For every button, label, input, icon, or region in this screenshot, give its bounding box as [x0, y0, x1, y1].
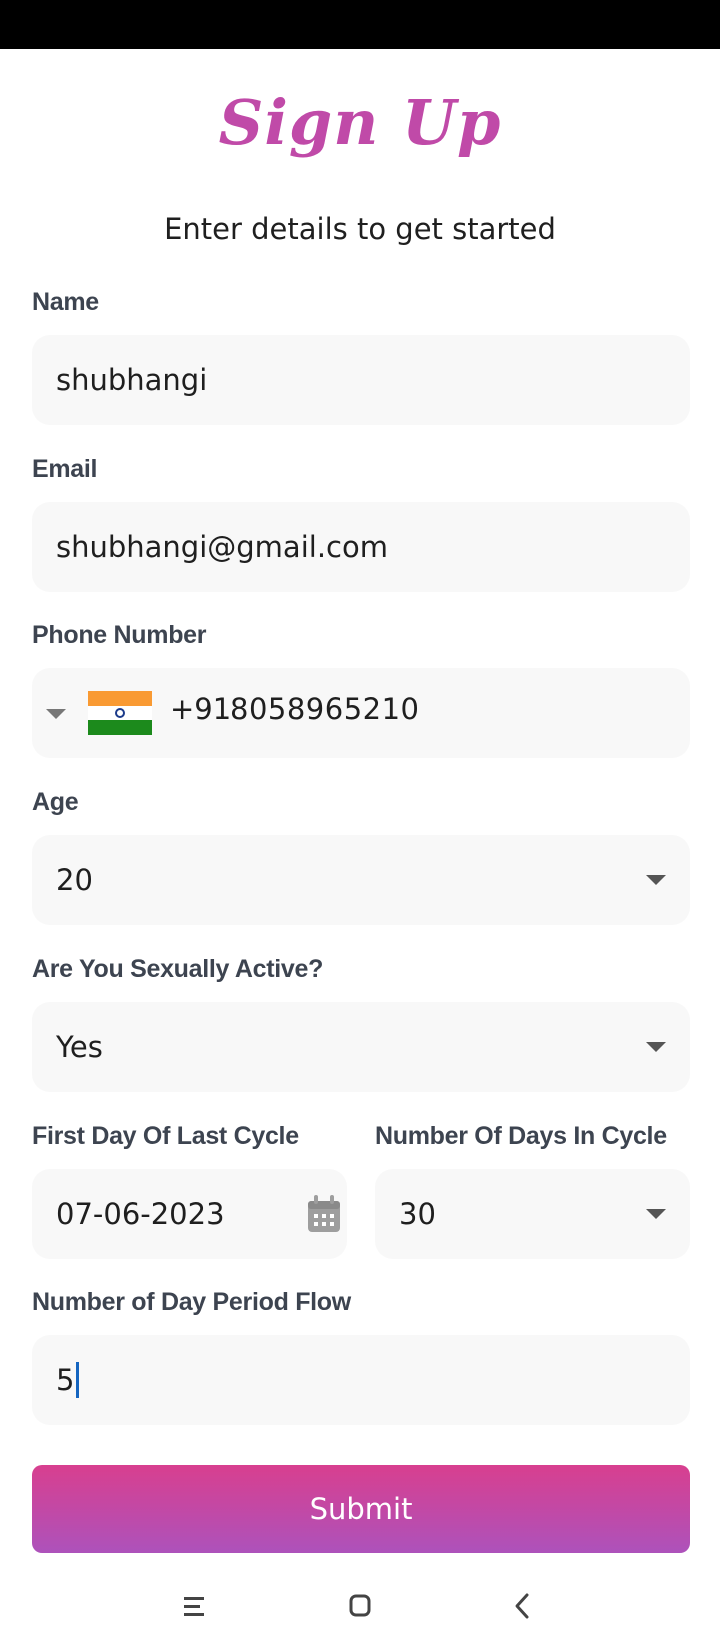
last-cycle-label: First Day Of Last Cycle: [32, 1122, 299, 1150]
system-navigation-bar: [0, 1560, 720, 1650]
email-input[interactable]: shubhangi@gmail.com: [32, 502, 690, 592]
chevron-down-icon: [646, 1042, 666, 1052]
phone-label: Phone Number: [32, 621, 207, 649]
cycle-days-label: Number Of Days In Cycle: [375, 1122, 667, 1150]
dial-code: +91: [170, 692, 232, 726]
phone-value: 8058965210: [230, 692, 420, 726]
back-icon[interactable]: [503, 1588, 543, 1624]
country-dropdown-icon[interactable]: [46, 709, 66, 719]
submit-button[interactable]: Submit: [32, 1465, 690, 1553]
age-value: 20: [56, 863, 93, 897]
sexually-active-label: Are You Sexually Active?: [32, 955, 324, 983]
calendar-icon[interactable]: [307, 1195, 341, 1233]
cycle-days-select[interactable]: 30: [375, 1169, 690, 1259]
phone-input[interactable]: +91 8058965210: [32, 668, 690, 758]
sexually-active-select[interactable]: Yes: [32, 1002, 690, 1092]
age-label: Age: [32, 788, 79, 816]
period-flow-label: Number of Day Period Flow: [32, 1288, 351, 1316]
page-title: Sign Up: [218, 86, 502, 159]
chevron-down-icon: [646, 875, 666, 885]
email-value: shubhangi@gmail.com: [56, 530, 388, 564]
india-flag-icon[interactable]: [88, 691, 152, 735]
age-select[interactable]: 20: [32, 835, 690, 925]
period-flow-input[interactable]: 5: [32, 1335, 690, 1425]
page-subtitle: Enter details to get started: [164, 212, 556, 246]
recent-apps-icon[interactable]: [175, 1588, 215, 1624]
chevron-down-icon: [646, 1209, 666, 1219]
period-flow-value: 5: [56, 1363, 75, 1397]
cycle-days-value: 30: [399, 1197, 436, 1231]
name-label: Name: [32, 288, 99, 316]
last-cycle-date-input[interactable]: 07-06-2023: [32, 1169, 347, 1259]
text-cursor: [76, 1362, 80, 1398]
home-icon[interactable]: [340, 1588, 380, 1624]
name-value: shubhangi: [56, 363, 208, 397]
status-bar: [0, 0, 720, 49]
email-label: Email: [32, 455, 98, 483]
last-cycle-value: 07-06-2023: [56, 1197, 225, 1231]
name-input[interactable]: shubhangi: [32, 335, 690, 425]
sexually-active-value: Yes: [56, 1030, 103, 1064]
